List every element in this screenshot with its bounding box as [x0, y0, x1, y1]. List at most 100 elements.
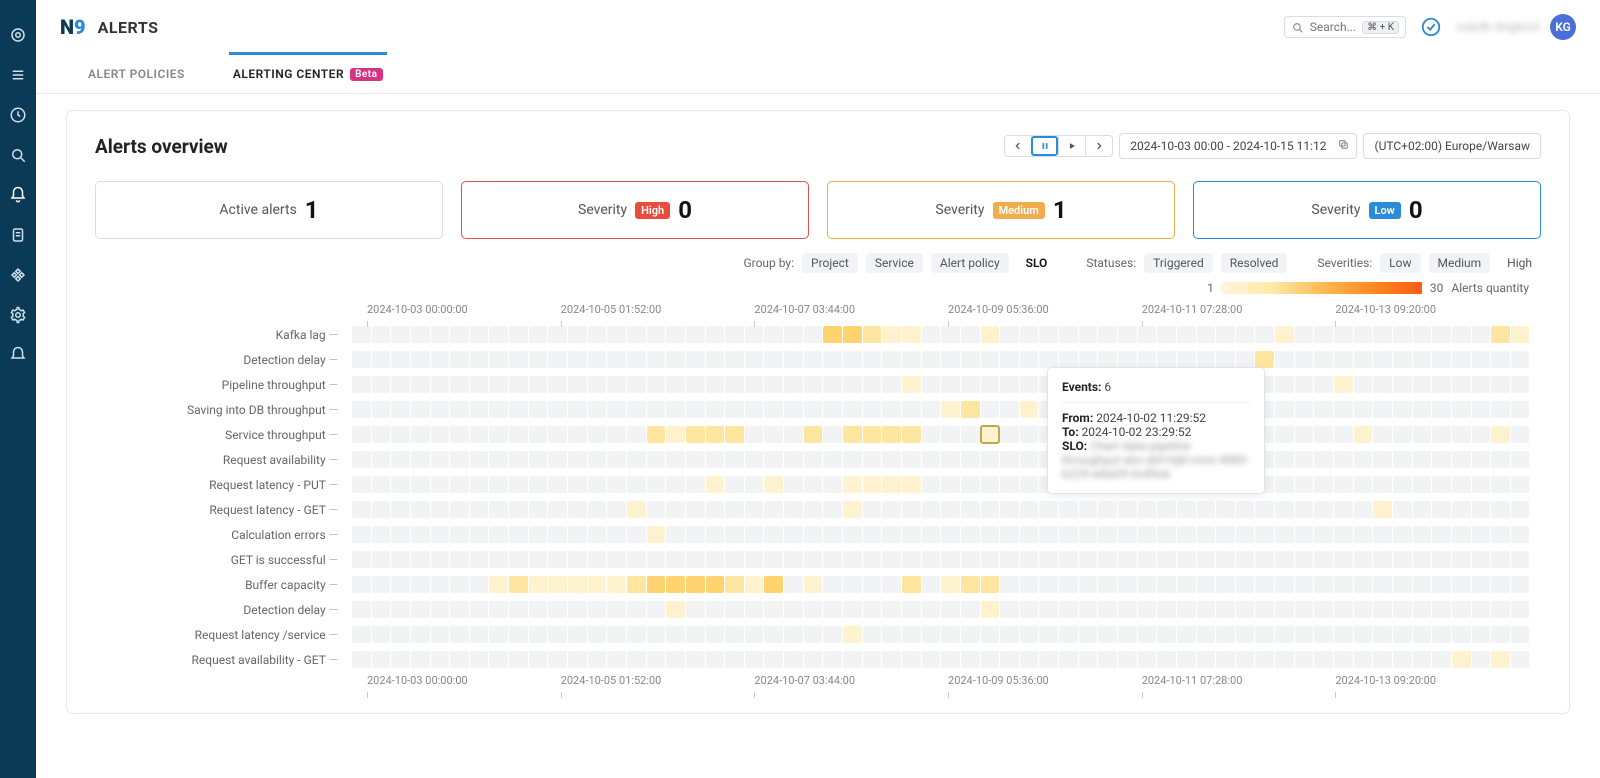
- kpi-active-alerts[interactable]: Active alerts 1: [95, 181, 443, 239]
- heatmap-cell[interactable]: [784, 326, 803, 343]
- heatmap-cell[interactable]: [1393, 501, 1412, 518]
- heatmap-cell[interactable]: [1197, 601, 1216, 618]
- heatmap-cell[interactable]: [1255, 526, 1274, 543]
- heatmap-cell[interactable]: [1314, 626, 1333, 643]
- heatmap-cell[interactable]: [706, 476, 725, 493]
- heatmap-cell[interactable]: [1059, 351, 1078, 368]
- heatmap-cell[interactable]: [1255, 351, 1274, 368]
- chip-sev-high[interactable]: High: [1498, 253, 1541, 273]
- heatmap-cell[interactable]: [1334, 501, 1353, 518]
- heatmap-cell[interactable]: [764, 626, 783, 643]
- heatmap-cell[interactable]: [1452, 651, 1471, 668]
- heatmap-cell[interactable]: [1393, 601, 1412, 618]
- heatmap-cell[interactable]: [489, 601, 508, 618]
- nav-alerts-icon[interactable]: [9, 186, 27, 204]
- heatmap-cell[interactable]: [961, 626, 980, 643]
- heatmap-cell[interactable]: [1334, 626, 1353, 643]
- heatmap-cell[interactable]: [764, 401, 783, 418]
- heatmap-cell[interactable]: [548, 601, 567, 618]
- heatmap-cell[interactable]: [1255, 651, 1274, 668]
- heatmap-cell[interactable]: [1432, 501, 1451, 518]
- heatmap-cell[interactable]: [1314, 501, 1333, 518]
- heatmap-cell[interactable]: [411, 476, 430, 493]
- heatmap-cell[interactable]: [1413, 601, 1432, 618]
- heatmap-cell[interactable]: [882, 651, 901, 668]
- heatmap-cell[interactable]: [1413, 551, 1432, 568]
- heatmap-cell[interactable]: [548, 376, 567, 393]
- heatmap-cell[interactable]: [1373, 576, 1392, 593]
- heatmap-cell[interactable]: [1511, 576, 1530, 593]
- heatmap-cell[interactable]: [1138, 351, 1157, 368]
- heatmap-cell[interactable]: [804, 351, 823, 368]
- heatmap-cell[interactable]: [1491, 426, 1510, 443]
- heatmap-cell[interactable]: [548, 551, 567, 568]
- heatmap-cell[interactable]: [352, 376, 371, 393]
- heatmap-cell[interactable]: [1314, 476, 1333, 493]
- heatmap-cell[interactable]: [922, 451, 941, 468]
- heatmap-cell[interactable]: [1452, 451, 1471, 468]
- heatmap-cell[interactable]: [1157, 551, 1176, 568]
- heatmap-cell[interactable]: [1059, 526, 1078, 543]
- heatmap-cell[interactable]: [941, 651, 960, 668]
- heatmap-cell[interactable]: [391, 526, 410, 543]
- heatmap-cell[interactable]: [1334, 576, 1353, 593]
- heatmap-cell[interactable]: [961, 576, 980, 593]
- heatmap-cell[interactable]: [548, 451, 567, 468]
- heatmap-cell[interactable]: [764, 351, 783, 368]
- heatmap-cell[interactable]: [1295, 376, 1314, 393]
- heatmap-cell[interactable]: [607, 501, 626, 518]
- heatmap-cell[interactable]: [1314, 376, 1333, 393]
- heatmap-cell[interactable]: [607, 451, 626, 468]
- heatmap-cell[interactable]: [411, 376, 430, 393]
- heatmap-cell[interactable]: [470, 326, 489, 343]
- heatmap-cell[interactable]: [450, 576, 469, 593]
- heatmap-cell[interactable]: [1393, 426, 1412, 443]
- heatmap-cell[interactable]: [529, 476, 548, 493]
- heatmap-cell[interactable]: [1079, 626, 1098, 643]
- heatmap-cell[interactable]: [411, 576, 430, 593]
- heatmap-cell[interactable]: [1098, 351, 1117, 368]
- heatmap-cell[interactable]: [372, 326, 391, 343]
- heatmap-cell[interactable]: [450, 426, 469, 443]
- heatmap-cell[interactable]: [784, 551, 803, 568]
- heatmap-cell[interactable]: [804, 501, 823, 518]
- heatmap-cell[interactable]: [647, 526, 666, 543]
- heatmap-cell[interactable]: [647, 551, 666, 568]
- heatmap-cell[interactable]: [1491, 526, 1510, 543]
- heatmap-cell[interactable]: [1432, 651, 1451, 668]
- heatmap-cell[interactable]: [352, 426, 371, 443]
- heatmap-cell[interactable]: [666, 576, 685, 593]
- heatmap-cell[interactable]: [961, 501, 980, 518]
- heatmap-cell[interactable]: [568, 426, 587, 443]
- heatmap-cell[interactable]: [1452, 326, 1471, 343]
- heatmap-cell[interactable]: [489, 576, 508, 593]
- heatmap-cell[interactable]: [1138, 501, 1157, 518]
- heatmap-cell[interactable]: [431, 401, 450, 418]
- heatmap-cell[interactable]: [391, 401, 410, 418]
- heatmap-cell[interactable]: [450, 476, 469, 493]
- heatmap-cell[interactable]: [1020, 401, 1039, 418]
- heatmap-cell[interactable]: [647, 501, 666, 518]
- heatmap-cell[interactable]: [1059, 601, 1078, 618]
- heatmap-cell[interactable]: [450, 351, 469, 368]
- heatmap-cell[interactable]: [863, 351, 882, 368]
- heatmap-cell[interactable]: [1000, 426, 1019, 443]
- heatmap-cell[interactable]: [823, 476, 842, 493]
- heatmap-cell[interactable]: [922, 501, 941, 518]
- heatmap-cell[interactable]: [725, 651, 744, 668]
- heatmap-cell[interactable]: [941, 451, 960, 468]
- heatmap-cell[interactable]: [922, 526, 941, 543]
- heatmap-cell[interactable]: [1079, 526, 1098, 543]
- heatmap-cell[interactable]: [981, 476, 1000, 493]
- heatmap-cell[interactable]: [961, 551, 980, 568]
- heatmap-cell[interactable]: [529, 526, 548, 543]
- heatmap-cell[interactable]: [588, 526, 607, 543]
- heatmap-cell[interactable]: [686, 476, 705, 493]
- heatmap-cell[interactable]: [1491, 376, 1510, 393]
- heatmap-cell[interactable]: [666, 426, 685, 443]
- copy-icon[interactable]: [1337, 138, 1350, 154]
- heatmap-cell[interactable]: [1295, 451, 1314, 468]
- heatmap-cell[interactable]: [607, 626, 626, 643]
- heatmap-cell[interactable]: [1354, 376, 1373, 393]
- heatmap-cell[interactable]: [391, 651, 410, 668]
